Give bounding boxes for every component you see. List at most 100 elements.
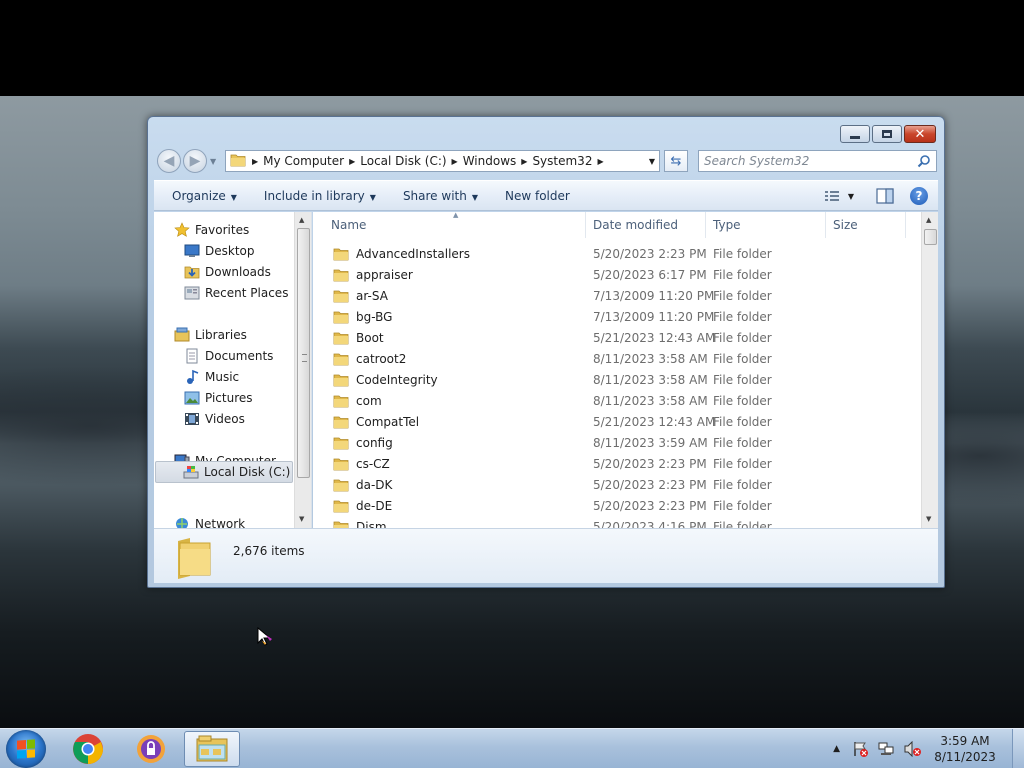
file-type: File folder [713,351,772,366]
file-row[interactable]: CompatTel 5/21/2023 12:43 AM File folder [313,411,921,432]
clock-date: 8/11/2023 [934,750,996,764]
column-header-type[interactable]: Type [706,212,826,238]
folder-icon [333,247,349,261]
file-date-modified: 5/20/2023 2:23 PM [593,246,707,261]
nav-local-disk[interactable]: Local Disk (C:) [155,461,293,483]
file-list: ▲ Name Date modified Type Size AdvancedI… [313,212,938,528]
volume-muted-icon[interactable] [904,741,922,757]
share-with-menu[interactable]: Share with ▼ [394,189,487,203]
taskbar-explorer[interactable] [184,731,240,767]
file-row[interactable]: Boot 5/21/2023 12:43 AM File folder [313,327,921,348]
file-row[interactable]: Dism 5/20/2023 4:16 PM File folder [313,516,921,528]
breadcrumb-arrow-icon[interactable]: ▶ [250,157,260,166]
action-center-flag-icon[interactable] [852,741,870,757]
column-header-name[interactable]: ▲ Name [313,212,586,238]
breadcrumb-arrow-icon[interactable]: ▶ [347,157,357,166]
maximize-button[interactable] [872,125,902,143]
nav-libraries[interactable]: Libraries [174,325,311,345]
folder-icon [333,331,349,345]
file-name: AdvancedInstallers [356,246,470,261]
close-button[interactable]: ✕ [904,125,936,143]
scroll-down-icon[interactable]: ▼ [926,515,931,523]
breadcrumb-system32[interactable]: System32 [529,154,595,168]
scroll-up-icon[interactable]: ▲ [299,216,304,224]
taskbar-clock[interactable]: 3:59 AM 8/11/2023 [930,733,1000,765]
address-dropdown-icon[interactable]: ▼ [649,157,655,166]
address-bar[interactable]: ▶ My Computer ▶ Local Disk (C:) ▶ Window… [225,150,660,172]
network-status-icon[interactable] [878,741,896,757]
taskbar-vpn-app[interactable] [123,731,179,767]
refresh-button[interactable]: ⇆ [664,150,688,172]
nav-videos[interactable]: Videos [184,409,311,429]
file-row[interactable]: appraiser 5/20/2023 6:17 PM File folder [313,264,921,285]
nav-scrollbar-thumb[interactable] [297,228,310,478]
breadcrumb-arrow-icon[interactable]: ▶ [450,157,460,166]
breadcrumb-arrow-icon[interactable]: ▶ [519,157,529,166]
organize-menu[interactable]: Organize ▼ [163,189,246,203]
chevron-down-icon[interactable]: ▼ [848,192,854,201]
nav-favorites[interactable]: Favorites [174,220,311,240]
folder-icon [333,520,349,528]
breadcrumb-windows[interactable]: Windows [460,154,520,168]
file-date-modified: 5/20/2023 2:23 PM [593,498,707,513]
navigation-pane: Favorites Desktop Downloads Recent Place… [154,212,312,528]
breadcrumb-local-disk[interactable]: Local Disk (C:) [357,154,449,168]
nav-downloads[interactable]: Downloads [184,262,311,282]
nav-desktop[interactable]: Desktop [184,241,311,261]
chevron-down-icon: ▼ [369,192,376,202]
nav-pictures[interactable]: Pictures [184,388,311,408]
file-row[interactable]: AdvancedInstallers 5/20/2023 2:23 PM File … [313,243,921,264]
include-in-library-menu[interactable]: Include in library ▼ [255,189,385,203]
minimize-button[interactable] [840,125,870,143]
file-name-cell: da-DK [333,478,392,492]
nav-recent-places[interactable]: Recent Places [184,283,311,303]
file-type: File folder [713,435,772,450]
hard-drive-icon [183,464,199,480]
file-list-scrollbar[interactable]: ▲ ▼ [921,212,938,528]
show-desktop-button[interactable] [1012,729,1024,768]
file-row[interactable]: da-DK 5/20/2023 2:23 PM File folder [313,474,921,495]
file-row[interactable]: com 8/11/2023 3:58 AM File folder [313,390,921,411]
file-date-modified: 5/20/2023 2:23 PM [593,477,707,492]
file-row[interactable]: config 8/11/2023 3:59 AM File folder [313,432,921,453]
nav-music[interactable]: Music [184,367,311,387]
file-row[interactable]: bg-BG 7/13/2009 11:20 PM File folder [313,306,921,327]
column-header-date-modified[interactable]: Date modified [586,212,706,238]
new-folder-button[interactable]: New folder [496,189,579,203]
search-icon[interactable] [917,154,931,171]
scroll-down-icon[interactable]: ▼ [299,515,304,523]
videos-icon [184,411,200,427]
start-button[interactable] [6,730,46,768]
forward-button[interactable]: ▶ [183,149,207,173]
recent-pages-dropdown[interactable]: ▼ [210,157,216,166]
search-input[interactable]: Search System32 [698,150,937,172]
file-row[interactable]: cs-CZ 5/20/2023 2:23 PM File folder [313,453,921,474]
breadcrumb-arrow-icon[interactable]: ▶ [595,157,605,166]
folder-icon [333,499,349,513]
folder-icon [174,535,214,582]
nav-documents[interactable]: Documents [184,346,311,366]
file-name: cs-CZ [356,456,390,471]
back-button[interactable]: ◀ [157,149,181,173]
file-row[interactable]: de-DE 5/20/2023 2:23 PM File folder [313,495,921,516]
nav-network[interactable]: Network [174,514,311,528]
scroll-up-icon[interactable]: ▲ [926,216,931,224]
column-header-size[interactable]: Size [826,212,906,238]
file-type: File folder [713,498,772,513]
file-row[interactable]: ar-SA 7/13/2009 11:20 PM File folder [313,285,921,306]
file-row[interactable]: catroot2 8/11/2023 3:58 AM File folder [313,348,921,369]
show-hidden-icons-button[interactable]: ▲ [833,744,840,754]
file-name-cell: Boot [333,331,384,345]
folder-icon [333,268,349,282]
file-type: File folder [713,246,772,261]
help-button[interactable]: ? [910,187,928,205]
refresh-icon: ⇆ [670,153,682,169]
change-view-button[interactable]: ▼ [824,189,854,203]
file-row[interactable]: CodeIntegrity 8/11/2023 3:58 AM File folde… [313,369,921,390]
file-list-scrollbar-thumb[interactable] [924,229,937,245]
taskbar-chrome[interactable] [60,731,116,767]
breadcrumb-my-computer[interactable]: My Computer [260,154,347,168]
file-name-cell: ar-SA [333,289,388,303]
nav-scrollbar[interactable]: ▲ ▼ [294,212,311,528]
preview-pane-button[interactable] [876,188,894,204]
